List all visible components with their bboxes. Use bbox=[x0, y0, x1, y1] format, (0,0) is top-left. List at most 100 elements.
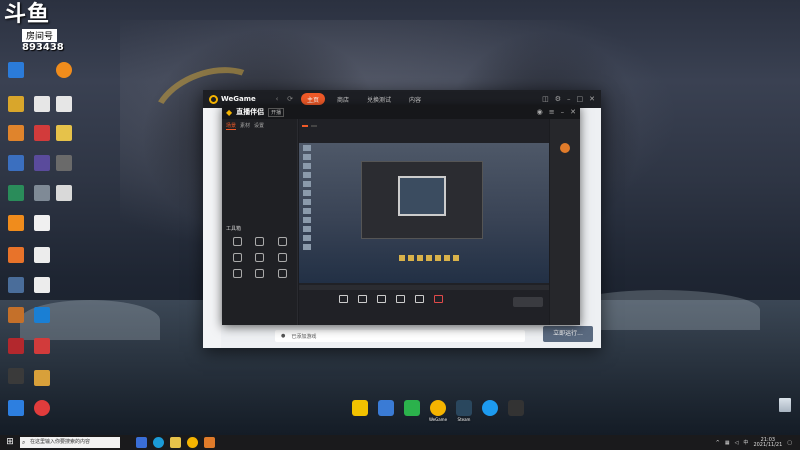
dock-item[interactable] bbox=[402, 400, 422, 422]
menu-icon[interactable]: ≡ bbox=[549, 108, 555, 116]
desktop-icon[interactable] bbox=[2, 400, 30, 417]
tab-settings[interactable]: 设置 bbox=[254, 122, 264, 130]
file-icon bbox=[34, 277, 50, 293]
speaker-button[interactable] bbox=[434, 295, 443, 304]
app-icon bbox=[34, 307, 50, 323]
maximize-icon[interactable]: □ bbox=[577, 95, 584, 103]
desktop-icon[interactable] bbox=[28, 307, 56, 324]
live-titlebar[interactable]: ◆ 直播伴侣 开播 ◉ ≡ – ✕ bbox=[222, 105, 580, 119]
live-companion-window[interactable]: ◆ 直播伴侣 开播 ◉ ≡ – ✕ 场景 素材 设置 工具箱 bbox=[222, 105, 580, 325]
desktop-icon[interactable] bbox=[2, 125, 30, 142]
desktop-icon[interactable] bbox=[28, 338, 56, 355]
file-icon bbox=[34, 215, 50, 231]
minimize-icon[interactable]: – bbox=[561, 108, 565, 116]
desktop-icon[interactable] bbox=[50, 62, 78, 79]
app-icon[interactable] bbox=[204, 437, 215, 448]
avatar-icon[interactable]: ◉ bbox=[537, 108, 543, 116]
desktop-icon[interactable] bbox=[2, 155, 30, 172]
desktop-icon[interactable] bbox=[2, 247, 30, 264]
desktop-icon[interactable] bbox=[2, 277, 30, 294]
preview-tab[interactable] bbox=[311, 125, 317, 127]
tab-home[interactable]: 主页 bbox=[301, 93, 326, 105]
dock-item[interactable]: Steam bbox=[454, 400, 474, 422]
preview-tab[interactable] bbox=[302, 125, 308, 127]
desktop-icon[interactable] bbox=[2, 62, 30, 79]
dock-item[interactable] bbox=[506, 400, 526, 422]
tool-item[interactable] bbox=[271, 269, 294, 279]
tool-item[interactable] bbox=[271, 253, 294, 263]
desktop-icon[interactable] bbox=[50, 125, 78, 142]
start-live-button[interactable] bbox=[513, 297, 543, 307]
tab-material[interactable]: 素材 bbox=[240, 122, 250, 130]
desktop-icon[interactable] bbox=[28, 277, 56, 294]
tool-item[interactable] bbox=[226, 269, 249, 279]
action-button[interactable] bbox=[339, 295, 348, 304]
action-button[interactable] bbox=[396, 295, 405, 304]
desktop-icon[interactable] bbox=[28, 400, 56, 417]
back-icon[interactable]: ‹ bbox=[272, 94, 282, 104]
avatar bbox=[560, 143, 570, 153]
tab-scene[interactable]: 场景 bbox=[226, 122, 237, 130]
tool-item[interactable] bbox=[249, 237, 272, 247]
network-icon[interactable]: ▦ bbox=[725, 440, 730, 446]
desktop-icon[interactable] bbox=[2, 96, 30, 113]
dock-item[interactable] bbox=[480, 400, 500, 422]
desktop-icon[interactable] bbox=[28, 215, 56, 232]
tab-content[interactable]: 内容 bbox=[403, 93, 427, 105]
minimize-icon[interactable]: – bbox=[567, 95, 571, 103]
close-icon[interactable]: ✕ bbox=[589, 95, 595, 103]
status-chip: 开播 bbox=[268, 107, 285, 117]
desktop-icon[interactable] bbox=[50, 155, 78, 172]
tool-item[interactable] bbox=[249, 269, 272, 279]
recycle-bin[interactable] bbox=[774, 398, 796, 413]
preview-scrollbar[interactable] bbox=[299, 285, 549, 290]
tool-item[interactable] bbox=[226, 253, 249, 263]
dock-item[interactable]: WeGame bbox=[428, 400, 448, 422]
task-view-icon[interactable] bbox=[136, 437, 147, 448]
chevron-up-icon[interactable]: ^ bbox=[716, 440, 720, 446]
app-icon bbox=[378, 400, 394, 416]
microphone-button[interactable] bbox=[415, 295, 424, 304]
tool-item[interactable] bbox=[249, 253, 272, 263]
file-icon bbox=[34, 96, 50, 112]
action-icon bbox=[377, 295, 386, 303]
desktop-icon[interactable] bbox=[2, 338, 30, 355]
volume-icon[interactable]: ◁ bbox=[735, 440, 739, 446]
start-button[interactable]: ⊞ bbox=[0, 435, 20, 450]
toolbox-grid bbox=[226, 237, 294, 279]
tool-item[interactable] bbox=[226, 237, 249, 247]
wegame-icon[interactable] bbox=[187, 437, 198, 448]
refresh-icon[interactable]: ⟳ bbox=[285, 94, 295, 104]
folder-icon[interactable] bbox=[170, 437, 181, 448]
tool-item[interactable] bbox=[271, 237, 294, 247]
action-button[interactable] bbox=[377, 295, 386, 304]
settings-icon[interactable]: ⚙ bbox=[555, 95, 561, 103]
desktop-icon[interactable] bbox=[2, 368, 30, 385]
dock-item[interactable] bbox=[350, 400, 370, 422]
tool-icon bbox=[255, 269, 265, 278]
notification-icon[interactable]: ▢ bbox=[787, 440, 792, 446]
app-icon bbox=[8, 125, 24, 141]
desktop-icon[interactable] bbox=[2, 185, 30, 202]
action-icon bbox=[358, 295, 367, 303]
tool-icon bbox=[278, 253, 288, 262]
clock[interactable]: 21:03 2021/11/21 bbox=[753, 437, 782, 448]
desktop-icon[interactable] bbox=[2, 215, 30, 232]
desktop-icon[interactable] bbox=[28, 370, 56, 387]
launch-button[interactable]: 立即运行... bbox=[543, 326, 593, 342]
desktop-icon[interactable] bbox=[2, 307, 30, 324]
edge-icon[interactable] bbox=[153, 437, 164, 448]
input-language[interactable]: 中 bbox=[743, 439, 748, 446]
desktop-icon[interactable] bbox=[50, 185, 78, 202]
search-icon: ⌕ bbox=[22, 439, 26, 446]
gift-icon[interactable]: ◫ bbox=[542, 95, 549, 103]
tab-test[interactable]: 兑换测试 bbox=[361, 93, 397, 105]
dock-item[interactable] bbox=[376, 400, 396, 422]
tool-icon bbox=[232, 237, 242, 246]
action-button[interactable] bbox=[358, 295, 367, 304]
search-input[interactable]: ⌕ 在这里输入你要搜索的内容 bbox=[20, 437, 120, 448]
desktop-icon[interactable] bbox=[28, 247, 56, 264]
tab-store[interactable]: 商店 bbox=[331, 93, 355, 105]
close-icon[interactable]: ✕ bbox=[570, 108, 576, 116]
desktop-icon[interactable] bbox=[50, 96, 78, 113]
